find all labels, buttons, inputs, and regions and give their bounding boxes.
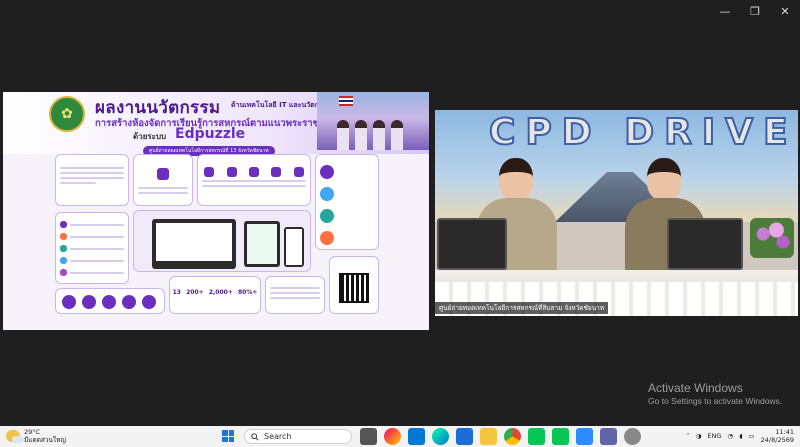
line-icon[interactable] bbox=[528, 428, 545, 445]
info-card bbox=[133, 154, 193, 206]
activation-subtitle: Go to Settings to activate Windows. bbox=[648, 396, 783, 406]
feature-icon bbox=[142, 295, 156, 309]
stat-value: 2,000+ bbox=[208, 289, 233, 296]
laptop-left bbox=[437, 218, 507, 270]
search-box[interactable]: Search bbox=[244, 429, 352, 444]
slide-header: ✿ ผลงานนวัตกรรม ด้านเทคโนโลยี IT และนวัต… bbox=[3, 92, 429, 156]
thai-flag-icon bbox=[339, 96, 353, 106]
student-figure bbox=[337, 120, 349, 150]
feature-icon bbox=[82, 295, 96, 309]
steps-card bbox=[197, 154, 311, 206]
stats-card: 13 200+ 2,000+ 80%+ bbox=[169, 276, 261, 314]
video-feed: CPD DRIVE ศูนย์ถ่ายทอดเทคโนโลยีการสหกรณ์… bbox=[435, 110, 798, 316]
features-card bbox=[55, 288, 165, 314]
weather-icon bbox=[6, 430, 24, 443]
window-controls: — ❐ ✕ bbox=[710, 0, 800, 22]
weather-widget[interactable]: 29°C มีแดดส่วนใหญ่ bbox=[6, 428, 66, 444]
settings-icon[interactable] bbox=[624, 428, 641, 445]
benefit-icon bbox=[320, 187, 334, 201]
stat-value: 13 bbox=[172, 289, 181, 296]
banner-text: CPD DRIVE bbox=[488, 111, 798, 154]
feature-icon bbox=[102, 295, 116, 309]
clock[interactable]: 11:41 24/8/2569 bbox=[761, 428, 794, 444]
feature-icon bbox=[62, 295, 76, 309]
clock-date: 24/8/2569 bbox=[760, 436, 794, 444]
copilot-icon[interactable] bbox=[384, 428, 401, 445]
book-icon bbox=[157, 168, 169, 180]
taskbar: 29°C มีแดดส่วนใหญ่ Search ˄ ◑ ENG ◔ ◖ ▭ … bbox=[0, 426, 800, 447]
stat-value: 200+ bbox=[186, 289, 204, 296]
start-button[interactable] bbox=[222, 430, 234, 442]
search-icon bbox=[251, 432, 259, 441]
step-icon bbox=[248, 167, 259, 177]
phone-mockup bbox=[284, 227, 304, 267]
language-indicator[interactable]: ENG bbox=[707, 432, 721, 440]
step-icon bbox=[204, 167, 215, 177]
step-icon bbox=[271, 167, 282, 177]
benefit-icon bbox=[320, 209, 334, 223]
maximize-button[interactable]: ❐ bbox=[740, 0, 770, 22]
info-card bbox=[55, 212, 129, 284]
chrome-icon[interactable] bbox=[504, 428, 521, 445]
benefits-card bbox=[315, 154, 379, 250]
qr-code-icon bbox=[339, 273, 369, 303]
teams-icon[interactable] bbox=[600, 428, 617, 445]
benefit-icon bbox=[320, 231, 334, 245]
edge-icon[interactable] bbox=[432, 428, 449, 445]
student-figure bbox=[391, 120, 403, 150]
slide-system-label: ด้วยระบบ bbox=[133, 132, 167, 141]
laptop-right bbox=[667, 218, 743, 270]
tablet-mockup bbox=[244, 221, 280, 267]
notification-muted-icon[interactable]: ◑ bbox=[696, 432, 702, 440]
stat-value: 80%+ bbox=[237, 289, 258, 296]
store-icon[interactable] bbox=[456, 428, 473, 445]
zoom-icon[interactable] bbox=[576, 428, 593, 445]
volume-icon[interactable]: ◖ bbox=[739, 432, 742, 440]
pinned-apps bbox=[360, 428, 641, 445]
students-photo bbox=[317, 92, 429, 150]
search-placeholder: Search bbox=[264, 432, 292, 441]
line-icon[interactable] bbox=[552, 428, 569, 445]
weather-description: มีแดดส่วนใหญ่ bbox=[24, 436, 66, 444]
battery-icon[interactable]: ▭ bbox=[749, 432, 755, 440]
step-icon bbox=[293, 167, 304, 177]
shared-slide: ✿ ผลงานนวัตกรรม ด้านเทคโนโลยี IT และนวัต… bbox=[3, 92, 429, 330]
qr-card bbox=[329, 256, 379, 314]
student-figure bbox=[373, 120, 385, 150]
contact-card bbox=[265, 276, 325, 314]
step-icon bbox=[226, 167, 237, 177]
minimize-button[interactable]: — bbox=[710, 0, 740, 22]
feature-icon bbox=[122, 295, 136, 309]
student-figure bbox=[355, 120, 367, 150]
file-explorer-icon[interactable] bbox=[480, 428, 497, 445]
wifi-icon[interactable]: ◔ bbox=[727, 432, 733, 440]
chevron-up-icon[interactable]: ˄ bbox=[686, 432, 689, 440]
laptop-mockup bbox=[152, 219, 236, 269]
system-tray: ˄ ◑ ENG ◔ ◖ ▭ 11:41 24/8/2569 bbox=[686, 428, 794, 444]
activation-title: Activate Windows bbox=[648, 381, 743, 395]
devices-card bbox=[133, 210, 311, 272]
clock-time: 11:41 bbox=[775, 428, 794, 436]
task-view-icon[interactable] bbox=[360, 428, 377, 445]
flower-arrangement bbox=[750, 218, 794, 258]
weather-temperature: 29°C bbox=[24, 428, 41, 436]
video-caption: ศูนย์ถ่ายทอดเทคโนโลยีการสหกรณ์ที่สิบสาม … bbox=[435, 302, 609, 314]
cooperative-logo-icon: ✿ bbox=[49, 96, 85, 132]
benefit-icon bbox=[320, 165, 334, 179]
slide-brand: Edpuzzle bbox=[175, 126, 246, 142]
info-card bbox=[55, 154, 129, 206]
outlook-icon[interactable] bbox=[408, 428, 425, 445]
close-button[interactable]: ✕ bbox=[770, 0, 800, 22]
